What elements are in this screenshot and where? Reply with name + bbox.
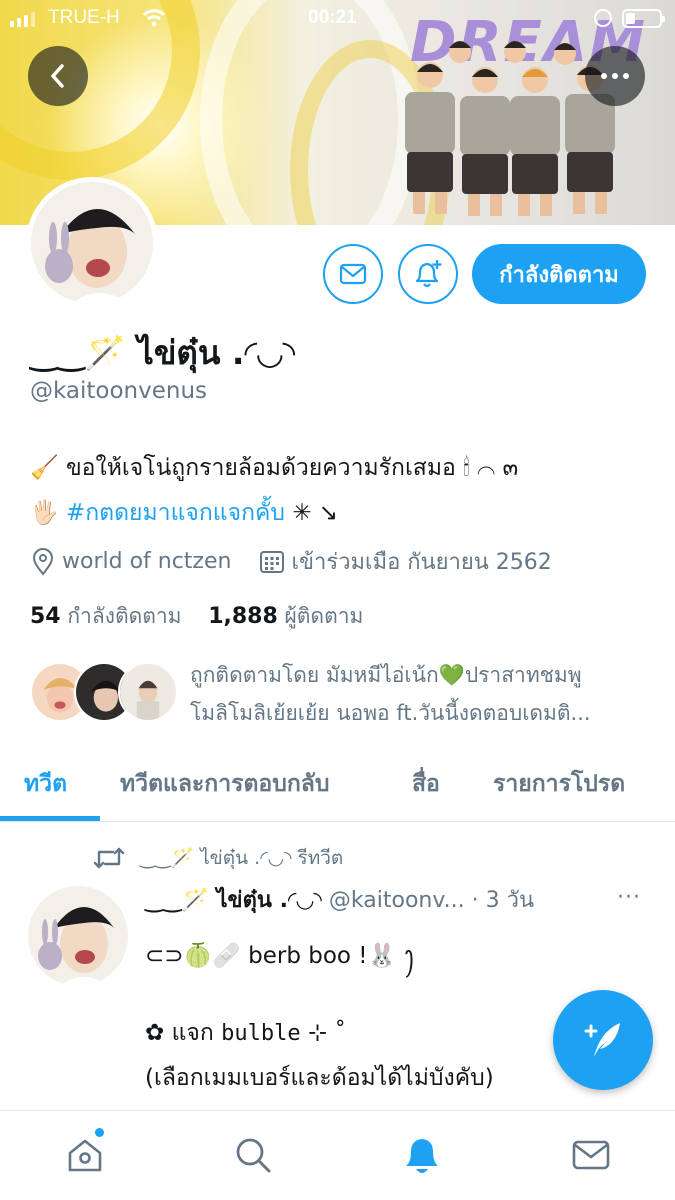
calendar-icon <box>260 550 285 573</box>
profile-avatar[interactable] <box>26 177 158 309</box>
location-pin-icon <box>32 547 54 576</box>
followers-count: 1,888 <box>208 604 278 629</box>
tweet-time: · 3 วัน <box>471 888 535 913</box>
follow-counts: 54 กำลังติดตาม 1,888 ผู้ติดตาม <box>30 600 363 633</box>
message-button[interactable] <box>323 244 383 304</box>
bio-line: 🖐🏻 #กตดยมาแจกแจกคั้บ ✳ ↘ <box>30 495 650 531</box>
status-time: 00:21 <box>308 7 357 28</box>
followers-label: ผู้ติดตาม <box>284 604 364 628</box>
following-button[interactable]: กำลังติดตาม <box>472 244 646 304</box>
tweet-text-line: (เลือกเมมเบอร์และด้อมได้ไม่บังคับ) <box>145 1065 494 1091</box>
nav-home[interactable] <box>63 1133 107 1177</box>
profile-tabs: ทวีต ทวีตและการตอบกลับ สื่อ รายการโปรด <box>0 750 675 822</box>
more-options-button[interactable] <box>585 46 645 106</box>
tweet-more-button[interactable]: ··· <box>617 885 641 910</box>
following-link[interactable]: 54 กำลังติดตาม <box>30 604 182 629</box>
nav-notifications[interactable] <box>400 1133 444 1177</box>
location-text: world of nctzen <box>62 549 232 574</box>
joined-date: เข้าร่วมเมือ กันยายน 2562 <box>291 550 552 575</box>
mail-icon <box>572 1140 610 1170</box>
rotation-lock-icon <box>594 9 612 27</box>
tweet-header: ‿‿🪄 ไข่ตุ๋น .◜◡◝ @kaitoonv... · 3 วัน <box>145 882 534 917</box>
tab-media[interactable]: สื่อ <box>412 766 440 802</box>
following-count: 54 <box>30 604 61 629</box>
new-activity-dot <box>95 1128 104 1137</box>
carrier-name: TRUE-H <box>48 7 120 28</box>
wifi-icon <box>142 9 166 27</box>
nav-search[interactable] <box>231 1133 275 1177</box>
chevron-left-icon <box>51 64 64 88</box>
followers-link[interactable]: 1,888 ผู้ติดตาม <box>208 604 364 629</box>
following-label: กำลังติดตาม <box>67 604 182 628</box>
battery-icon <box>622 9 665 28</box>
profile-meta: world of nctzen เข้าร่วมเมือ กันยายน 256… <box>30 544 552 579</box>
tweet-author-handle[interactable]: @kaitoonv... <box>329 888 465 913</box>
bio-hashtag[interactable]: #กตดยมาแจกแจกคั้บ <box>66 500 285 526</box>
tweet-text-suffix: ⊹ ˚ <box>300 1020 347 1046</box>
bell-icon <box>406 1139 438 1173</box>
profile-handle: @kaitoonvenus <box>30 378 208 404</box>
avatar-image <box>31 182 153 304</box>
feather-plus-icon <box>584 1023 620 1057</box>
signal-icon <box>10 12 35 27</box>
bio-suffix: ✳ ↘ <box>285 500 339 526</box>
active-tab-indicator <box>0 816 100 821</box>
avatar <box>118 662 178 722</box>
status-bar: TRUE-H 00:21 <box>0 0 675 38</box>
bio-line: 🧹 ขอให้เจโน่ถูกรายล้อมด้วยความรักเสมอ 🕯 … <box>30 455 519 481</box>
bio-emoji: 🖐🏻 <box>30 500 66 526</box>
followed-by-line: โมลิโมลิเย้ยเย้ย นอพอ ft.วันนี้งดตอบเดมต… <box>190 701 591 725</box>
display-name: ‿‿🪄 ไข่ตุ๋น .◜◡◝ <box>30 333 296 372</box>
home-icon <box>68 1139 102 1172</box>
ellipsis-icon <box>601 73 629 79</box>
followed-by-text[interactable]: ถูกติดตามโดย มัมหมีไอ่เน้ก💚ปราสาทชมพู โม… <box>190 656 591 732</box>
retweet-text: ‿‿🪄 ไข่ตุ๋น .◜◡◝ รีทวีต <box>140 847 344 869</box>
followed-by-avatars[interactable] <box>30 662 178 724</box>
nav-messages[interactable] <box>569 1133 613 1177</box>
compose-tweet-button[interactable] <box>553 990 653 1090</box>
tweet-text-line: ✿ แจก bulble ⊹ ˚ <box>145 1015 346 1051</box>
tweet-text-mono: bulble <box>221 1021 301 1046</box>
bottom-navigation <box>0 1110 675 1200</box>
retweet-icon <box>93 847 125 869</box>
tweet-text-line: ⊂⊃🍈🩹 berb boo !🐰 ꫂ <box>145 943 415 969</box>
tab-tweets[interactable]: ทวีต <box>24 766 67 802</box>
back-button[interactable] <box>28 46 88 106</box>
retweet-indicator: ‿‿🪄 ไข่ตุ๋น .◜◡◝ รีทวีต <box>92 843 343 873</box>
tab-likes[interactable]: รายการโปรด <box>493 766 625 802</box>
followed-by-line: ถูกติดตามโดย มัมหมีไอ่เน้ก💚ปราสาทชมพู <box>190 663 582 687</box>
envelope-icon <box>339 263 367 285</box>
bell-plus-icon <box>415 260 442 288</box>
notification-button[interactable] <box>398 244 458 304</box>
search-icon <box>236 1138 271 1173</box>
tab-tweets-replies[interactable]: ทวีตและการตอบกลับ <box>120 766 329 802</box>
tweet-author-name[interactable]: ‿‿🪄 ไข่ตุ๋น .◜◡◝ <box>145 888 322 913</box>
tweet-text-prefix: ✿ แจก <box>145 1020 222 1046</box>
tweet-author-avatar[interactable] <box>28 886 128 986</box>
